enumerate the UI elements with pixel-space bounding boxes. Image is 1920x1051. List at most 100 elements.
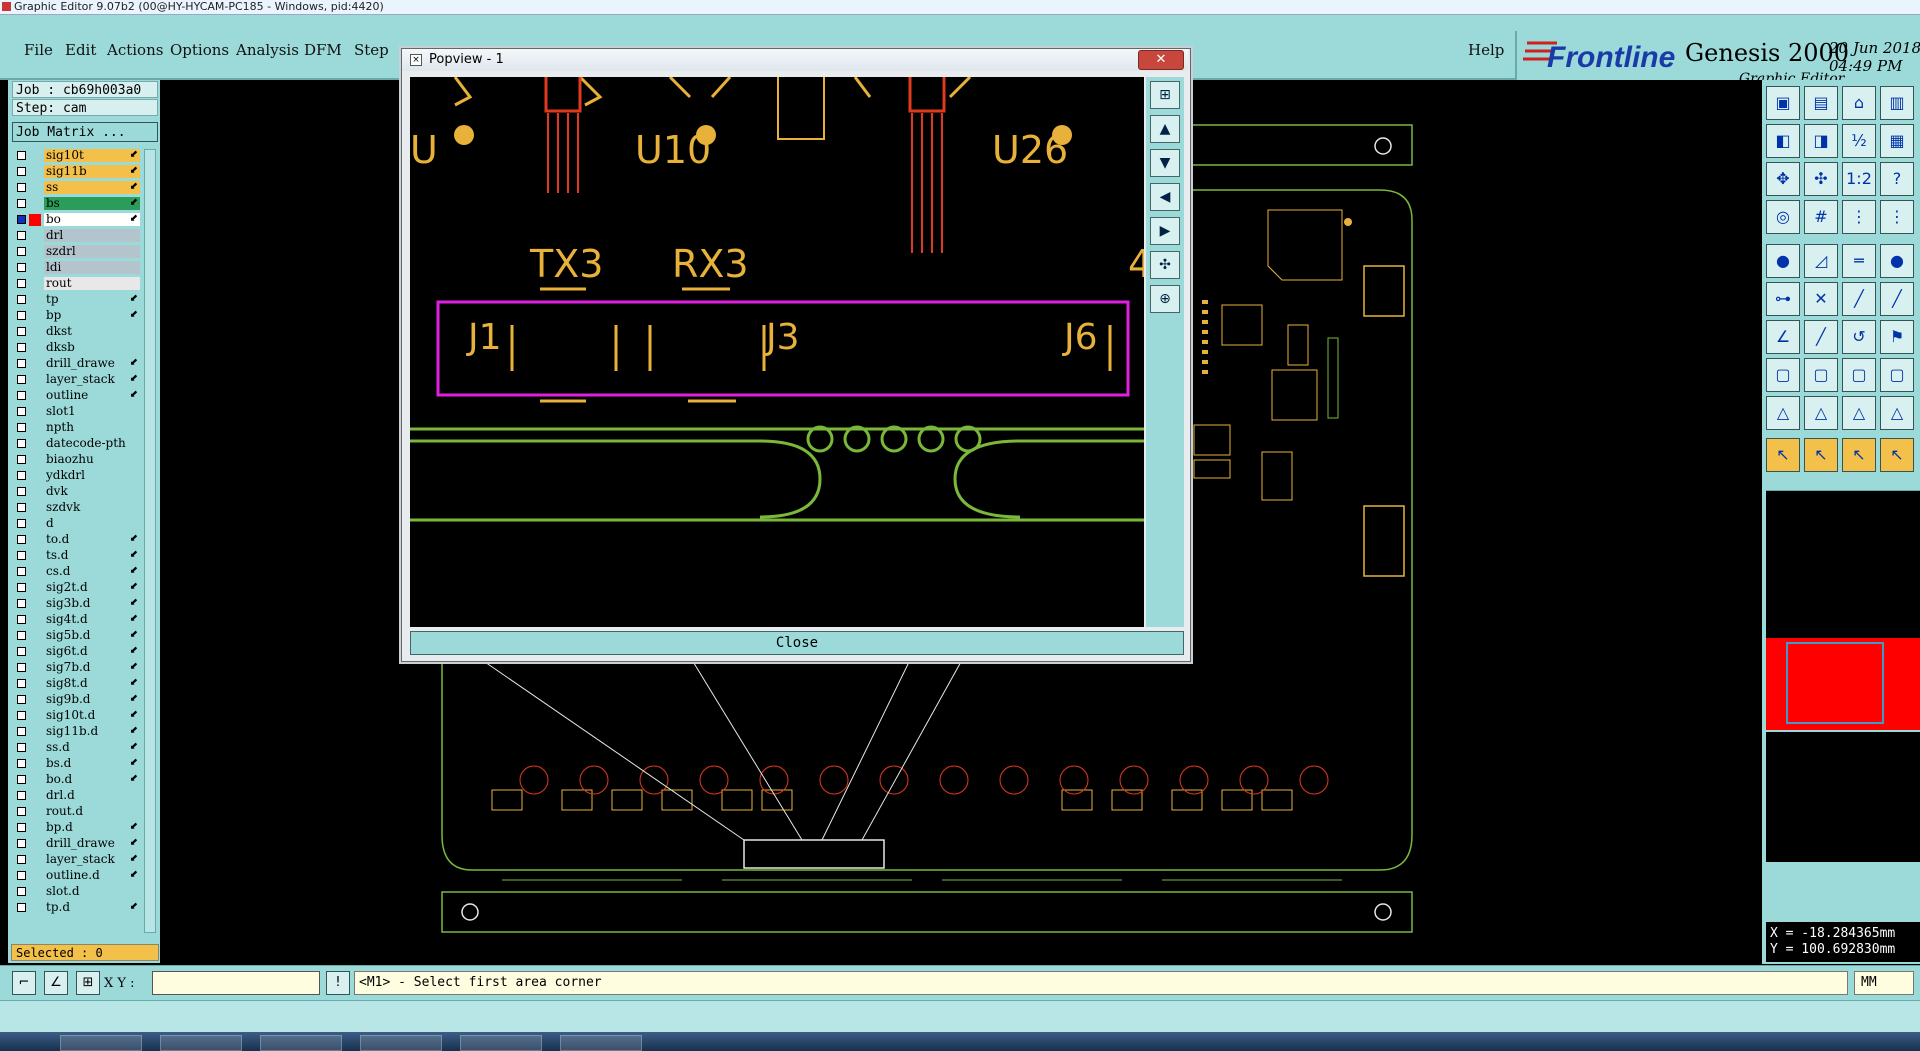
layer-row[interactable]: slot1 [12,405,140,419]
layer-row[interactable]: bo.d ⬋ [12,773,140,787]
layer-checkbox[interactable] [17,471,26,480]
layer-name[interactable]: sig7b.d [44,661,140,674]
layer-name[interactable]: d [44,517,140,530]
layer-name[interactable]: dkst [44,325,140,338]
layer-row[interactable]: bp ⬋ [12,309,140,323]
layer-name[interactable]: rout [44,277,140,290]
layer-row[interactable]: sig7b.d ⬋ [12,661,140,675]
layer-row[interactable]: d [12,517,140,531]
tool-edit2-icon[interactable]: ▢ [1880,358,1914,392]
layer-name[interactable]: datecode-pth [44,437,140,450]
layer-row[interactable]: slot.d [12,885,140,899]
menu-analysis[interactable]: Analysis [236,41,299,59]
taskbar-item[interactable] [160,1035,242,1051]
layer-name[interactable]: to.d [44,533,140,546]
layer-checkbox[interactable] [17,631,26,640]
popview-tool-fit-icon[interactable]: ✣ [1150,251,1180,279]
layer-checkbox[interactable] [17,503,26,512]
layer-row[interactable]: sig3b.d ⬋ [12,597,140,611]
layer-name[interactable]: sig11b [44,165,140,178]
tool-arc-icon[interactable]: ↺ [1842,320,1876,354]
warning-icon[interactable]: ! [326,971,350,995]
layer-checkbox[interactable] [17,263,26,272]
menu-edit[interactable]: Edit [65,41,96,59]
menu-step[interactable]: Step [354,41,389,59]
tool-line-icon[interactable]: ╱ [1842,282,1876,316]
layer-name[interactable]: cs.d [44,565,140,578]
tool-ratio-icon[interactable]: ½ [1842,124,1876,158]
layer-row[interactable]: bs ⬋ [12,197,140,211]
layer-name[interactable]: ts.d [44,549,140,562]
layer-name[interactable]: drill_drawe [44,837,140,850]
layer-checkbox[interactable] [17,903,26,912]
layer-name[interactable]: rout.d [44,805,140,818]
tool-window-icon[interactable]: ▥ [1880,86,1914,120]
tool-draw-icon[interactable]: ∠ [1766,320,1800,354]
tool-cross-icon[interactable]: ✕ [1804,282,1838,316]
layer-row[interactable]: sig11b ⬋ [12,165,140,179]
layer-row[interactable]: ts.d ⬋ [12,549,140,563]
layer-name[interactable]: tp [44,293,140,306]
layer-checkbox[interactable] [17,679,26,688]
layer-checkbox[interactable] [17,343,26,352]
layer-checkbox[interactable] [17,375,26,384]
layer-name[interactable]: drill_drawe [44,357,140,370]
popview-tool-zoom-icon[interactable]: ⊞ [1150,81,1180,109]
layer-name[interactable]: sig11b.d [44,725,140,738]
layer-checkbox[interactable] [17,247,26,256]
layer-checkbox[interactable] [17,295,26,304]
tool-triangle-icon[interactable]: △ [1766,396,1800,430]
layer-checkbox[interactable] [17,407,26,416]
layer-checkbox[interactable] [17,871,26,880]
layer-checkbox[interactable] [17,151,26,160]
tool-pointer-icon[interactable]: ↖ [1766,438,1800,472]
layer-name[interactable]: slot1 [44,405,140,418]
layer-row[interactable]: bp.d ⬋ [12,821,140,835]
layer-row[interactable]: npth [12,421,140,435]
tool-home-icon[interactable]: ⌂ [1842,86,1876,120]
layer-row[interactable]: ss ⬋ [12,181,140,195]
layer-name[interactable]: dksb [44,341,140,354]
layer-checkbox[interactable] [17,615,26,624]
tool-measure-icon[interactable]: ⋮ [1842,200,1876,234]
grid-mode-icon[interactable]: ⊞ [76,971,100,995]
layer-checkbox[interactable] [17,775,26,784]
tool-scale-icon[interactable]: 1:2 [1842,162,1876,196]
layer-checkbox[interactable] [17,167,26,176]
menu-dfm[interactable]: DFM [304,41,342,59]
taskbar-item[interactable] [460,1035,542,1051]
layer-row[interactable]: tp ⬋ [12,293,140,307]
layer-checkbox[interactable] [17,279,26,288]
taskbar-item[interactable] [60,1035,142,1051]
angle-mode-icon[interactable]: ∠ [44,971,68,995]
layer-checkbox[interactable] [17,231,26,240]
tool-edit-icon[interactable]: ▢ [1842,358,1876,392]
tool-line2-icon[interactable]: ╱ [1880,282,1914,316]
layer-checkbox[interactable] [17,855,26,864]
layer-checkbox[interactable] [17,199,26,208]
popview-tool-left-icon[interactable]: ◀ [1150,183,1180,211]
layer-name[interactable]: ss.d [44,741,140,754]
layer-checkbox[interactable] [17,599,26,608]
layer-checkbox[interactable] [17,391,26,400]
layer-row[interactable]: sig5b.d ⬋ [12,629,140,643]
layer-name[interactable]: bo [44,213,140,226]
tool-measure2-icon[interactable]: ⋮ [1880,200,1914,234]
tool-copy-icon[interactable]: ▢ [1766,358,1800,392]
layer-name[interactable]: drl.d [44,789,140,802]
layer-row[interactable]: rout.d [12,805,140,819]
layer-checkbox[interactable] [17,455,26,464]
layer-row[interactable]: rout [12,277,140,291]
layer-name[interactable]: sig9b.d [44,693,140,706]
layer-checkbox[interactable] [17,439,26,448]
layer-row[interactable]: sig11b.d ⬋ [12,725,140,739]
tool-prev-icon[interactable]: ◧ [1766,124,1800,158]
layer-name[interactable]: bs.d [44,757,140,770]
menu-file[interactable]: File [24,41,53,59]
layer-row[interactable]: sig10t ⬋ [12,149,140,163]
popview-tool-right-icon[interactable]: ▶ [1150,217,1180,245]
popview-titlebar[interactable]: × Popview - 1 ✕ [402,49,1188,71]
layer-checkbox[interactable] [17,887,26,896]
popview-tool-home-icon[interactable]: ⊕ [1150,285,1180,313]
layer-row[interactable]: layer_stack ⬋ [12,853,140,867]
